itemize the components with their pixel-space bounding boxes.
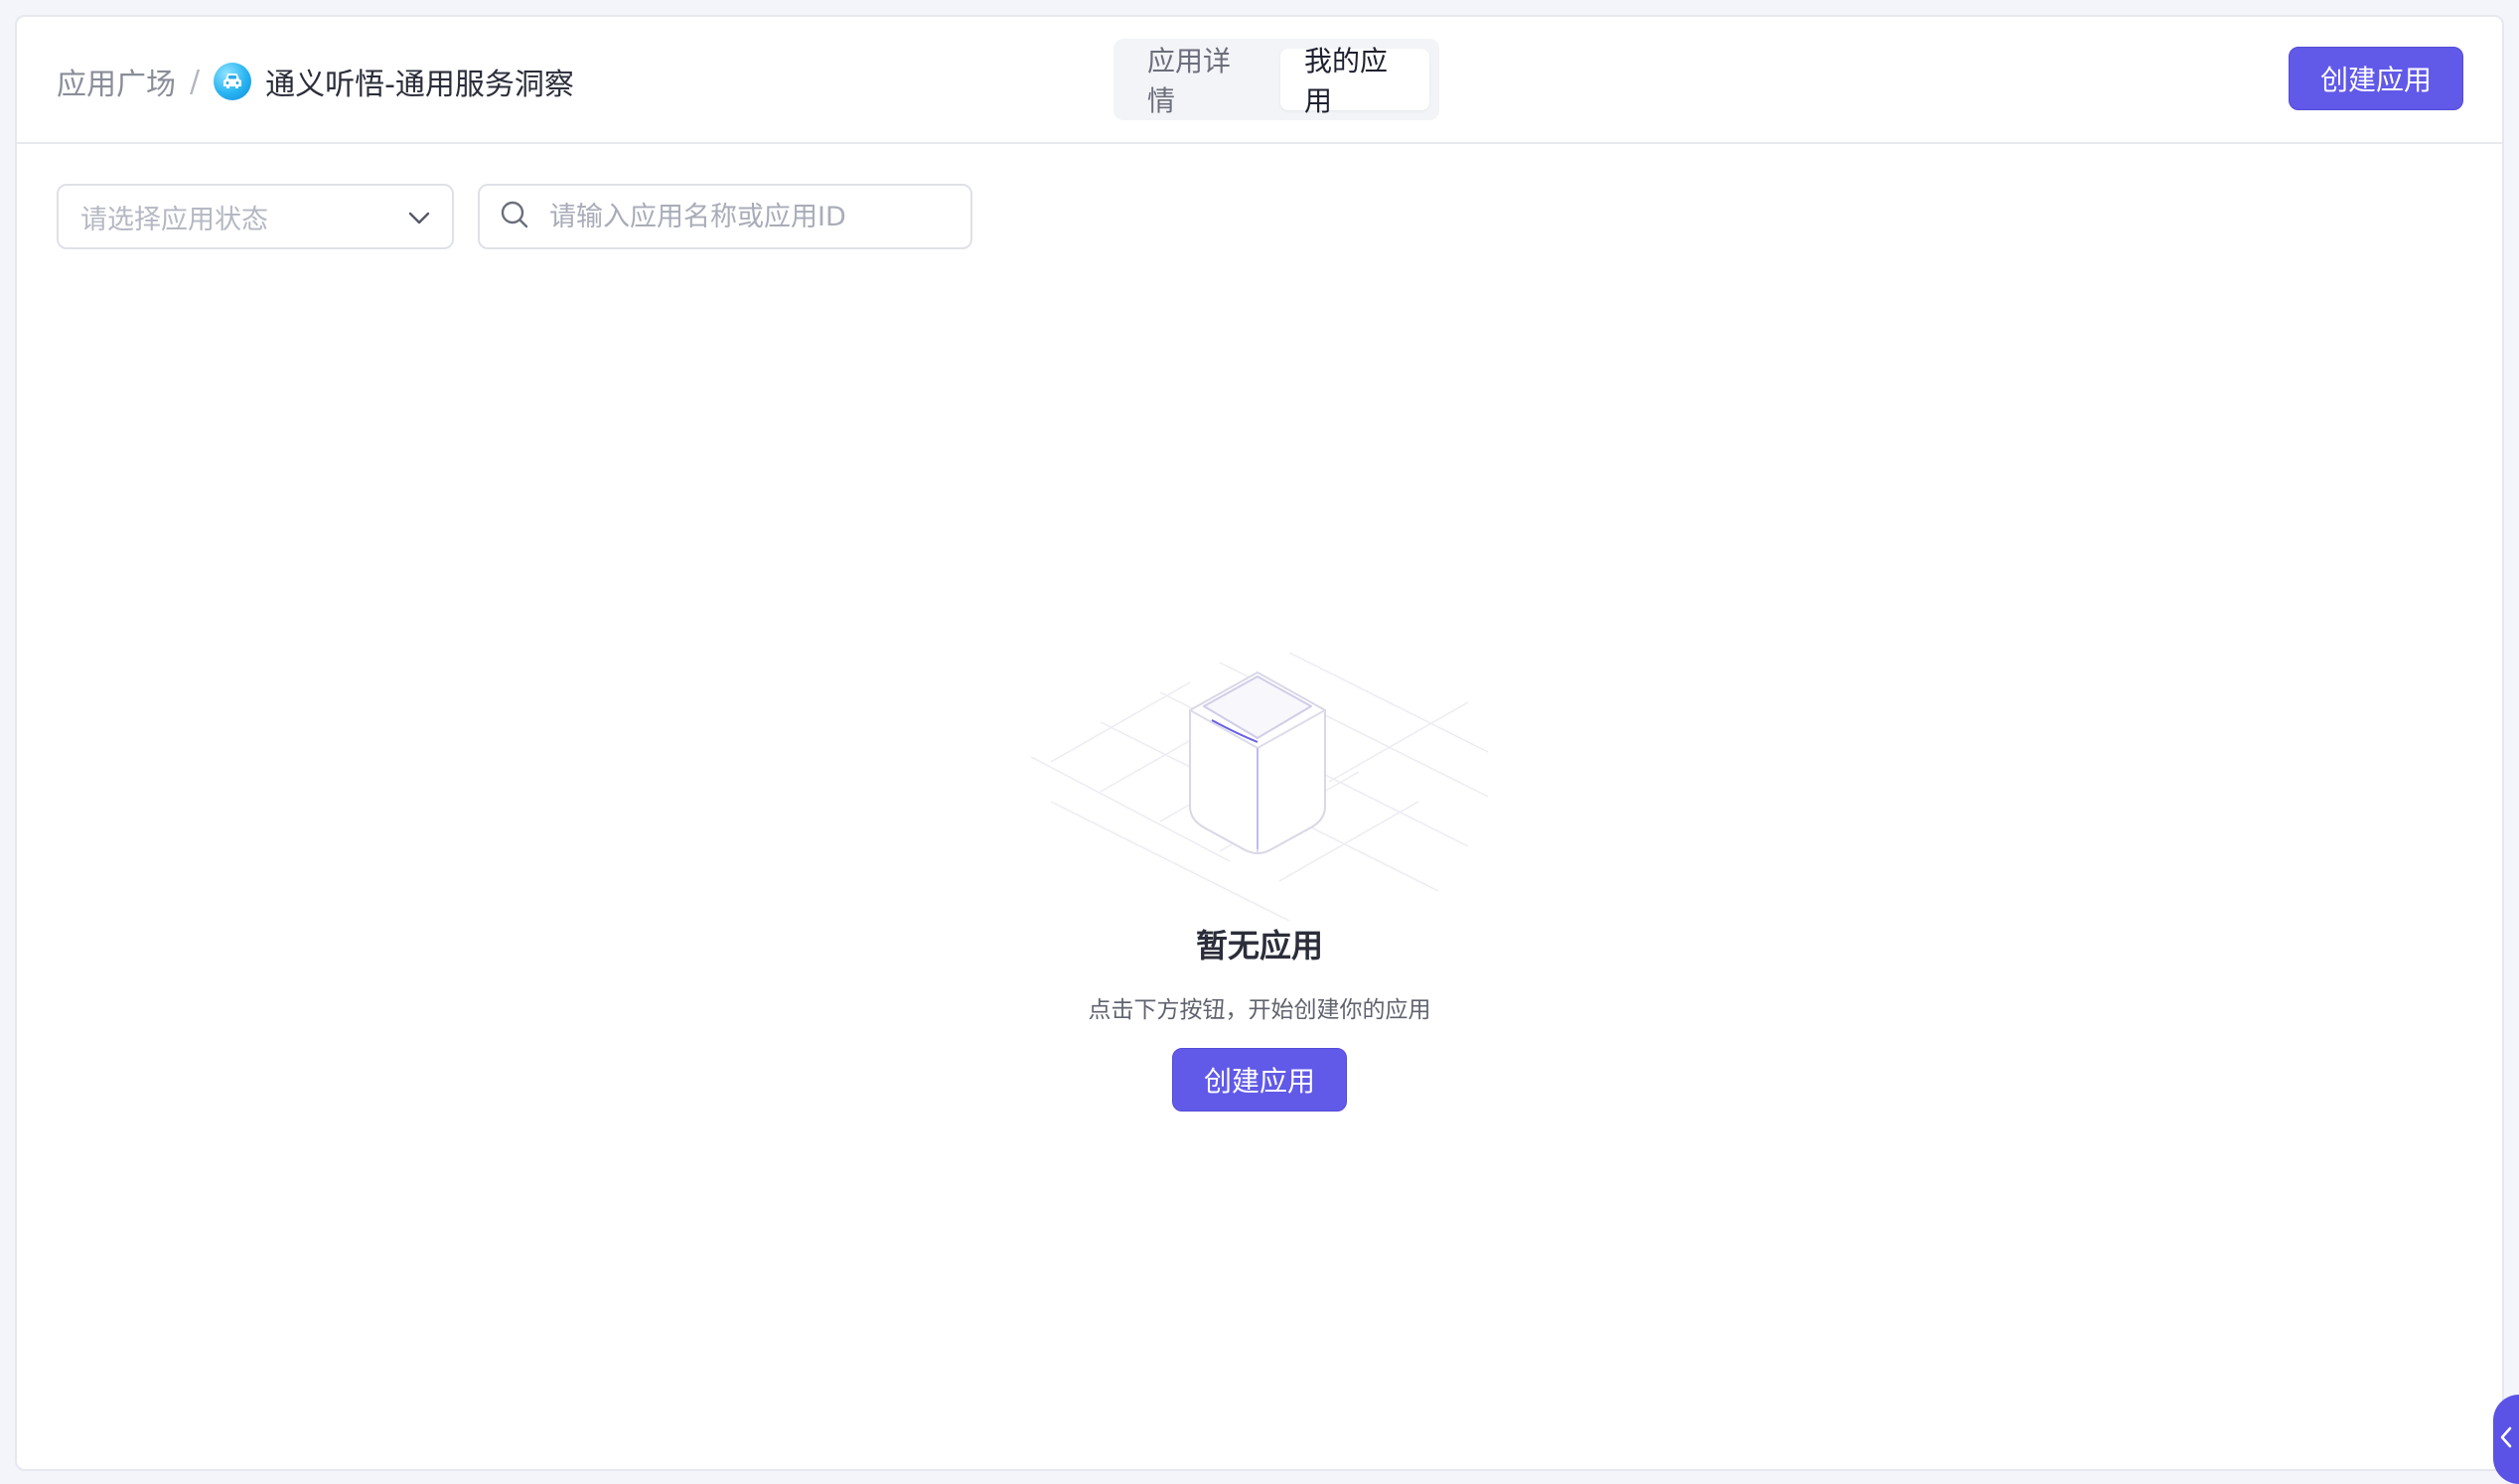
create-app-button[interactable]: 创建应用: [2289, 47, 2463, 110]
filter-bar: 请选择应用状态: [57, 184, 972, 249]
car-logo-icon: [214, 63, 252, 100]
search-input[interactable]: [549, 201, 947, 232]
empty-state-title: 暂无应用: [1195, 927, 1323, 965]
sidebar-collapse-toggle[interactable]: [2493, 1395, 2519, 1484]
status-select-placeholder: 请选择应用状态: [80, 204, 268, 235]
chevron-left-icon: [2499, 1425, 2513, 1453]
search-icon: [500, 200, 529, 233]
app-search-field[interactable]: [478, 184, 972, 249]
page-header: 应用广场 / 通义听悟-通用服务洞察 应用详情 我的应用 创建应用: [17, 17, 2502, 144]
tab-my-apps[interactable]: 我的应用: [1280, 45, 1429, 117]
empty-create-app-button[interactable]: 创建应用: [1172, 1048, 1347, 1112]
app-status-select[interactable]: 请选择应用状态: [57, 184, 454, 249]
tab-app-details[interactable]: 应用详情: [1123, 45, 1272, 117]
empty-state: 暂无应用 点击下方按钮，开始创建你的应用 创建应用: [17, 593, 2502, 1112]
view-tabs: 应用详情 我的应用: [1113, 39, 1439, 120]
breadcrumb: 应用广场 / 通义听悟-通用服务洞察: [57, 57, 574, 106]
chevron-down-icon: [408, 202, 430, 232]
empty-box-icon: [1030, 652, 1489, 921]
breadcrumb-separator: /: [190, 64, 201, 99]
empty-state-description: 点击下方按钮，开始创建你的应用: [1088, 997, 1431, 1023]
breadcrumb-root-link[interactable]: 应用广场: [57, 60, 176, 103]
main-panel: 应用广场 / 通义听悟-通用服务洞察 应用详情 我的应用 创建应用 请选择应用状…: [15, 15, 2504, 1471]
page-title: 通义听悟-通用服务洞察: [265, 68, 574, 102]
